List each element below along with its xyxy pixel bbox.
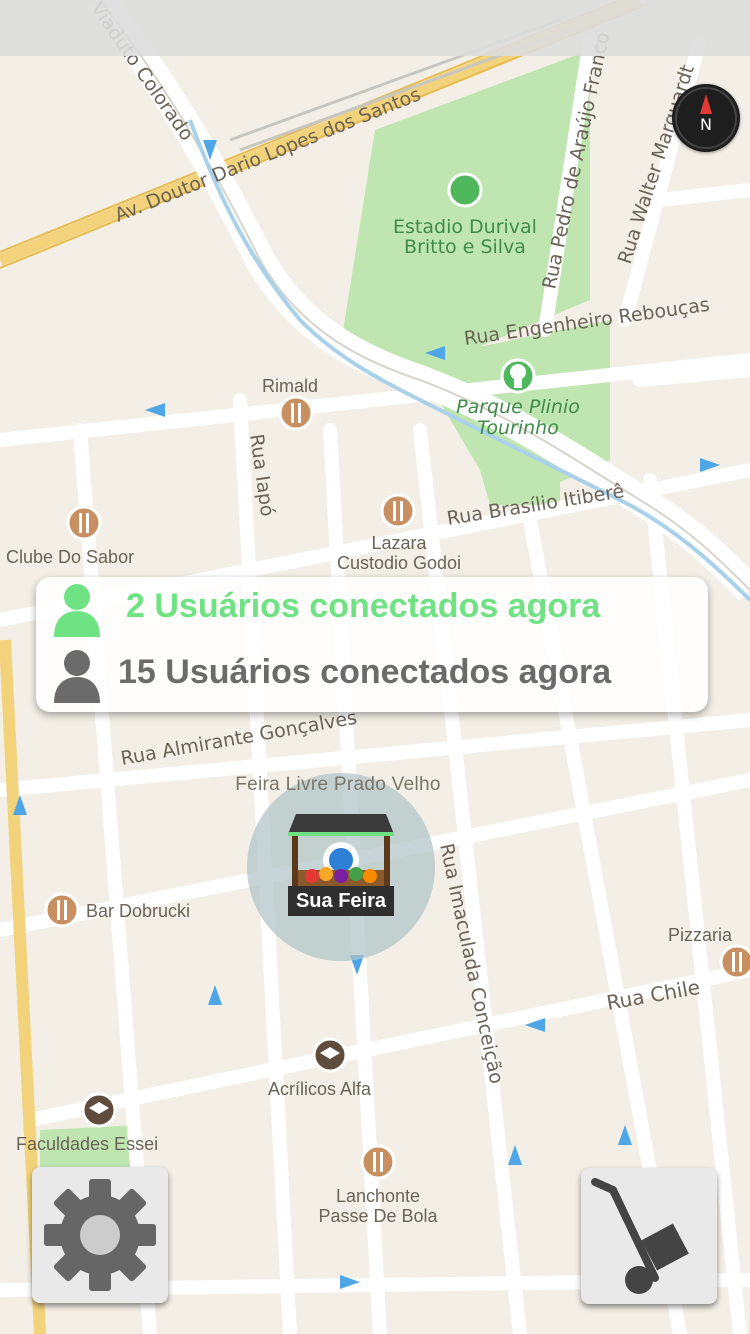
total-users-row: 15 Usuários conectados agora xyxy=(36,643,708,707)
svg-text:Estadio Durival: Estadio Durival xyxy=(393,216,537,238)
user-online-icon xyxy=(54,584,100,637)
user-total-icon xyxy=(54,650,100,703)
poi-label-acrilicos-alfa: Acrílicos Alfa xyxy=(268,1079,372,1099)
poi-label-lanchonte: Lanchonte Passe De Bola xyxy=(318,1186,438,1226)
poi-label-faculdades-essei: Faculdades Essei xyxy=(16,1134,159,1154)
compass-icon: N xyxy=(675,87,737,149)
poi-label-rimald: Rimald xyxy=(262,376,319,396)
poi-label-clube-do-sabor: Clube Do Sabor xyxy=(6,547,135,567)
status-bar xyxy=(0,0,750,56)
svg-text:Tourinho: Tourinho xyxy=(477,417,559,439)
fair-marker-label: Sua Feira xyxy=(295,890,387,912)
online-users-row: 2 Usuários conectados agora xyxy=(36,577,708,641)
gear-icon xyxy=(44,1179,156,1291)
connected-users-panel: 2 Usuários conectados agora 15 Usuários … xyxy=(36,577,708,712)
settings-button[interactable] xyxy=(32,1167,168,1303)
total-users-text: 15 Usuários conectados agora xyxy=(118,653,612,691)
hand-truck-button[interactable] xyxy=(581,1168,717,1304)
poi-label-bar-dobrucki: Bar Dobrucki xyxy=(86,901,191,921)
poi-label-lazara: Lazara Custodio Godoi xyxy=(336,533,462,573)
online-users-text: 2 Usuários conectados agora xyxy=(126,587,601,625)
fair-name-label: Feira Livre Prado Velho xyxy=(235,774,441,795)
svg-text:Parque Plinio: Parque Plinio xyxy=(456,396,580,418)
compass-button[interactable]: N xyxy=(672,84,740,152)
poi-label-pizzaria: Pizzaria xyxy=(668,925,733,945)
hand-truck-icon xyxy=(591,1178,689,1294)
compass-letter: N xyxy=(700,115,712,134)
svg-text:Britto e Silva: Britto e Silva xyxy=(404,236,526,258)
